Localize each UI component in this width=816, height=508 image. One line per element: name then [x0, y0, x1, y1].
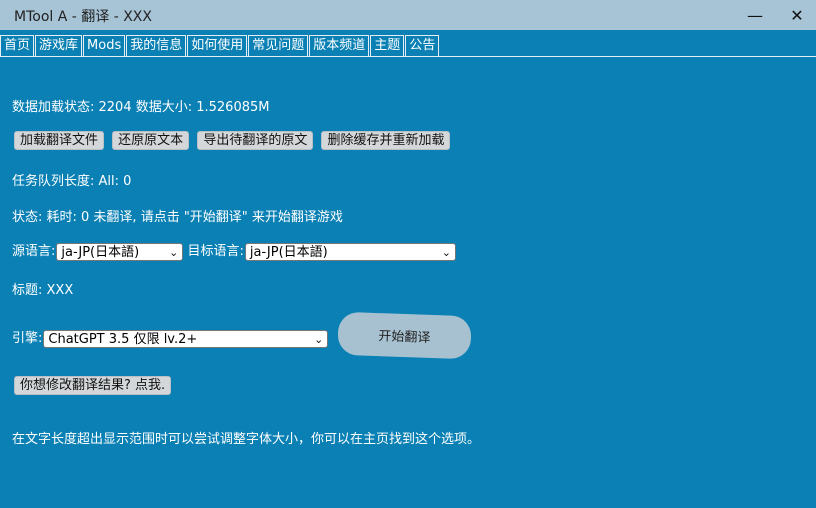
target-language-label: 目标语言:: [187, 244, 244, 259]
target-language-select[interactable]: ja-JP(日本語) ⌄: [244, 242, 456, 261]
engine-label: 引擎:: [12, 331, 43, 346]
source-language-select[interactable]: ja-JP(日本語) ⌄: [56, 242, 184, 261]
title-text: 标题: XXX: [12, 283, 74, 298]
title-bar: MTool A - 翻译 - XXX — ✕: [0, 0, 816, 30]
queue-length-text: 任务队列长度: All: 0: [12, 174, 132, 189]
engine-select[interactable]: ChatGPT 3.5 仅限 lv.2+ ⌄: [43, 329, 329, 348]
source-language-value: ja-JP(日本語): [61, 244, 140, 260]
hint-text: 在文字长度超出显示范围时可以尝试调整字体大小，你可以在主页找到这个选项。: [12, 432, 481, 447]
restore-text-button[interactable]: 还原原文本: [112, 131, 190, 150]
minimize-button[interactable]: —: [732, 0, 778, 30]
tab-game-library[interactable]: 游戏库: [35, 35, 83, 56]
source-language-label: 源语言:: [12, 244, 56, 259]
chevron-down-icon: ⌄: [169, 245, 179, 259]
load-status-text: 数据加载状态: 2204 数据大小: 1.526085M: [12, 100, 270, 115]
tab-announcement[interactable]: 公告: [405, 35, 440, 56]
action-button-row: 加载翻译文件 还原原文本 导出待翻译的原文 删除缓存并重新加载: [14, 131, 454, 150]
chevron-down-icon: ⌄: [441, 245, 451, 259]
tab-version-channel[interactable]: 版本频道: [309, 35, 370, 56]
close-button[interactable]: ✕: [774, 0, 816, 30]
tab-mods[interactable]: Mods: [83, 35, 126, 56]
load-translation-button[interactable]: 加载翻译文件: [14, 131, 105, 150]
chevron-down-icon: ⌄: [314, 332, 324, 346]
tab-bar: 首页 游戏库 Mods 我的信息 如何使用 常见问题 版本频道 主题 公告: [0, 35, 816, 57]
start-translation-button[interactable]: 开始翻译: [337, 311, 472, 360]
tab-theme[interactable]: 主题: [370, 35, 405, 56]
language-row: 源语言: ja-JP(日本語) ⌄ 目标语言: ja-JP(日本語) ⌄: [12, 240, 456, 261]
modify-row: 你想修改翻译结果? 点我.: [14, 376, 175, 395]
target-language-value: ja-JP(日本語): [249, 244, 328, 260]
clear-cache-reload-button[interactable]: 删除缓存并重新加载: [321, 131, 451, 150]
state-text: 状态: 耗时: 0 未翻译, 请点击 "开始翻译" 来开始翻译游戏: [12, 210, 343, 225]
engine-row: 引擎: ChatGPT 3.5 仅限 lv.2+ ⌄: [12, 327, 329, 348]
tab-my-info[interactable]: 我的信息: [126, 35, 187, 56]
tab-faq[interactable]: 常见问题: [248, 35, 309, 56]
engine-value: ChatGPT 3.5 仅限 lv.2+: [48, 331, 198, 347]
modify-translation-button[interactable]: 你想修改翻译结果? 点我.: [14, 376, 172, 395]
tab-how-to-use[interactable]: 如何使用: [187, 35, 248, 56]
tab-home[interactable]: 首页: [0, 35, 35, 56]
export-source-button[interactable]: 导出待翻译的原文: [197, 131, 314, 150]
window-title: MTool A - 翻译 - XXX: [14, 9, 152, 25]
